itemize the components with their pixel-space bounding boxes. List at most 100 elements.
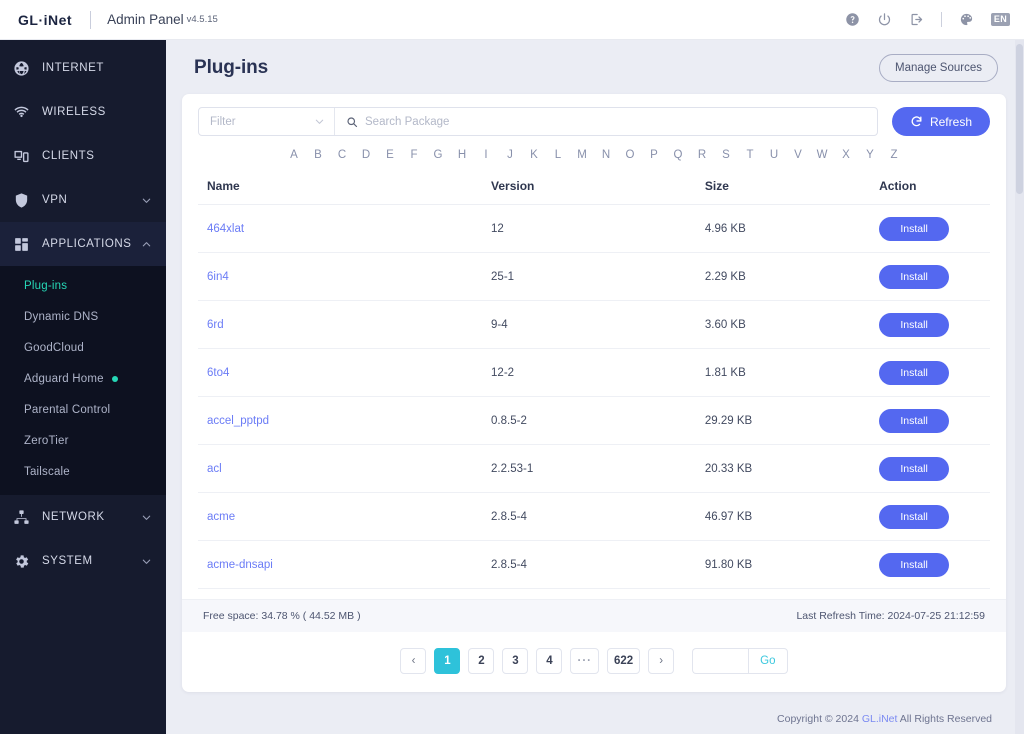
pagination-next-button[interactable]: ›: [648, 648, 674, 674]
alpha-letter[interactable]: J: [498, 149, 522, 161]
install-button[interactable]: Install: [879, 457, 949, 481]
sidebar-subitem-label: ZeroTier: [24, 435, 69, 447]
package-name-link[interactable]: 6rd: [207, 319, 224, 331]
sidebar-item-zerotier[interactable]: ZeroTier: [0, 425, 166, 456]
sidebar-item-system[interactable]: SYSTEM: [0, 539, 166, 583]
package-name-link[interactable]: acl: [207, 463, 222, 475]
alpha-letter[interactable]: A: [282, 149, 306, 161]
language-badge[interactable]: EN: [991, 13, 1010, 26]
alpha-letter[interactable]: T: [738, 149, 762, 161]
alpha-letter[interactable]: I: [474, 149, 498, 161]
alpha-letter[interactable]: F: [402, 149, 426, 161]
sidebar-item-applications[interactable]: APPLICATIONS: [0, 222, 166, 266]
sidebar-item-vpn[interactable]: VPN: [0, 178, 166, 222]
alpha-letter[interactable]: Z: [882, 149, 906, 161]
page-scrollbar-thumb[interactable]: [1016, 44, 1023, 194]
sidebar-item-dynamic-dns[interactable]: Dynamic DNS: [0, 301, 166, 332]
plugins-toolbar: Filter: [198, 107, 990, 142]
alpha-letter[interactable]: R: [690, 149, 714, 161]
pagination-prev-button[interactable]: ‹: [400, 648, 426, 674]
package-name-link[interactable]: acme: [207, 511, 235, 523]
install-button[interactable]: Install: [879, 505, 949, 529]
pagination-page-1[interactable]: 1: [434, 648, 460, 674]
sidebar-item-wireless[interactable]: WIRELESS: [0, 90, 166, 134]
package-name-link[interactable]: 6in4: [207, 271, 229, 283]
manage-sources-button[interactable]: Manage Sources: [879, 54, 998, 82]
alpha-letter[interactable]: H: [450, 149, 474, 161]
package-name-link[interactable]: 464xlat: [207, 223, 244, 235]
alpha-letter[interactable]: S: [714, 149, 738, 161]
package-size: 2.29 KB: [705, 253, 879, 301]
alpha-letter[interactable]: V: [786, 149, 810, 161]
install-button[interactable]: Install: [879, 553, 949, 577]
table-row: 6rd 9-4 3.60 KB Install: [198, 301, 990, 349]
alpha-letter[interactable]: L: [546, 149, 570, 161]
alpha-letter[interactable]: D: [354, 149, 378, 161]
sidebar-item-adguard-home[interactable]: Adguard Home: [0, 363, 166, 394]
alpha-letter[interactable]: E: [378, 149, 402, 161]
package-size: 20.33 KB: [705, 445, 879, 493]
sidebar-item-network[interactable]: NETWORK: [0, 495, 166, 539]
install-button[interactable]: Install: [879, 361, 949, 385]
table-row: accel_pptpd 0.8.5-2 29.29 KB Install: [198, 397, 990, 445]
brand-logo[interactable]: GL·iNet: [18, 12, 72, 28]
pagination-page-2[interactable]: 2: [468, 648, 494, 674]
theme-icon[interactable]: [959, 12, 974, 27]
package-version: 9-4: [491, 301, 705, 349]
alpha-letter[interactable]: P: [642, 149, 666, 161]
package-name-link[interactable]: 6to4: [207, 367, 229, 379]
install-button[interactable]: Install: [879, 313, 949, 337]
alpha-letter[interactable]: M: [570, 149, 594, 161]
search-box: [335, 108, 877, 135]
logout-icon[interactable]: [909, 12, 924, 27]
pagination-page-3[interactable]: 3: [502, 648, 528, 674]
sidebar-item-parental-control[interactable]: Parental Control: [0, 394, 166, 425]
alpha-letter[interactable]: N: [594, 149, 618, 161]
alpha-letter[interactable]: W: [810, 149, 834, 161]
sidebar-item-plug-ins[interactable]: Plug-ins: [0, 270, 166, 301]
search-input[interactable]: [365, 116, 866, 128]
column-header-version: Version: [491, 170, 705, 205]
package-version: 2.8.5-4: [491, 493, 705, 541]
sidebar-item-clients[interactable]: CLIENTS: [0, 134, 166, 178]
goto-button[interactable]: Go: [748, 648, 787, 674]
pagination: ‹ 1 2 3 4 ··· 622 › Go: [198, 632, 990, 692]
install-button[interactable]: Install: [879, 265, 949, 289]
pagination-page-4[interactable]: 4: [536, 648, 562, 674]
alpha-letter[interactable]: B: [306, 149, 330, 161]
filter-dropdown[interactable]: Filter: [199, 108, 335, 135]
alpha-letter[interactable]: Y: [858, 149, 882, 161]
sidebar-item-tailscale[interactable]: Tailscale: [0, 456, 166, 487]
sidebar-item-label: WIRELESS: [42, 106, 166, 118]
alpha-letter[interactable]: C: [330, 149, 354, 161]
package-name-link[interactable]: acme-dnsapi: [207, 559, 273, 571]
alpha-letter[interactable]: U: [762, 149, 786, 161]
last-refresh-text: Last Refresh Time: 2024-07-25 21:12:59: [796, 610, 985, 622]
sidebar-item-goodcloud[interactable]: GoodCloud: [0, 332, 166, 363]
app-body: INTERNET WIRELESS CLIENTS VPN: [0, 40, 1024, 734]
package-version: 12: [491, 205, 705, 253]
alpha-letter[interactable]: X: [834, 149, 858, 161]
brand-link[interactable]: GL.iNet: [862, 713, 898, 725]
alpha-letter[interactable]: K: [522, 149, 546, 161]
alpha-letter[interactable]: O: [618, 149, 642, 161]
sidebar-item-internet[interactable]: INTERNET: [0, 46, 166, 90]
refresh-button[interactable]: Refresh: [892, 107, 990, 136]
alpha-letter[interactable]: Q: [666, 149, 690, 161]
help-icon[interactable]: [845, 12, 860, 27]
pagination-ellipsis[interactable]: ···: [570, 648, 599, 674]
package-name-link[interactable]: accel_pptpd: [207, 415, 269, 427]
app-title: Admin Panel: [107, 12, 184, 27]
sidebar-subitem-label: Tailscale: [24, 466, 70, 478]
install-button[interactable]: Install: [879, 217, 949, 241]
pagination-page-last[interactable]: 622: [607, 648, 640, 674]
install-button[interactable]: Install: [879, 409, 949, 433]
sidebar-subitem-label: Plug-ins: [24, 280, 67, 292]
table-row: 6in4 25-1 2.29 KB Install: [198, 253, 990, 301]
power-icon[interactable]: [877, 12, 892, 27]
goto-page-input[interactable]: [692, 648, 748, 674]
wifi-icon: [13, 104, 30, 121]
page-title: Plug-ins: [194, 57, 268, 79]
alpha-letter[interactable]: G: [426, 149, 450, 161]
package-size: 46.97 KB: [705, 493, 879, 541]
